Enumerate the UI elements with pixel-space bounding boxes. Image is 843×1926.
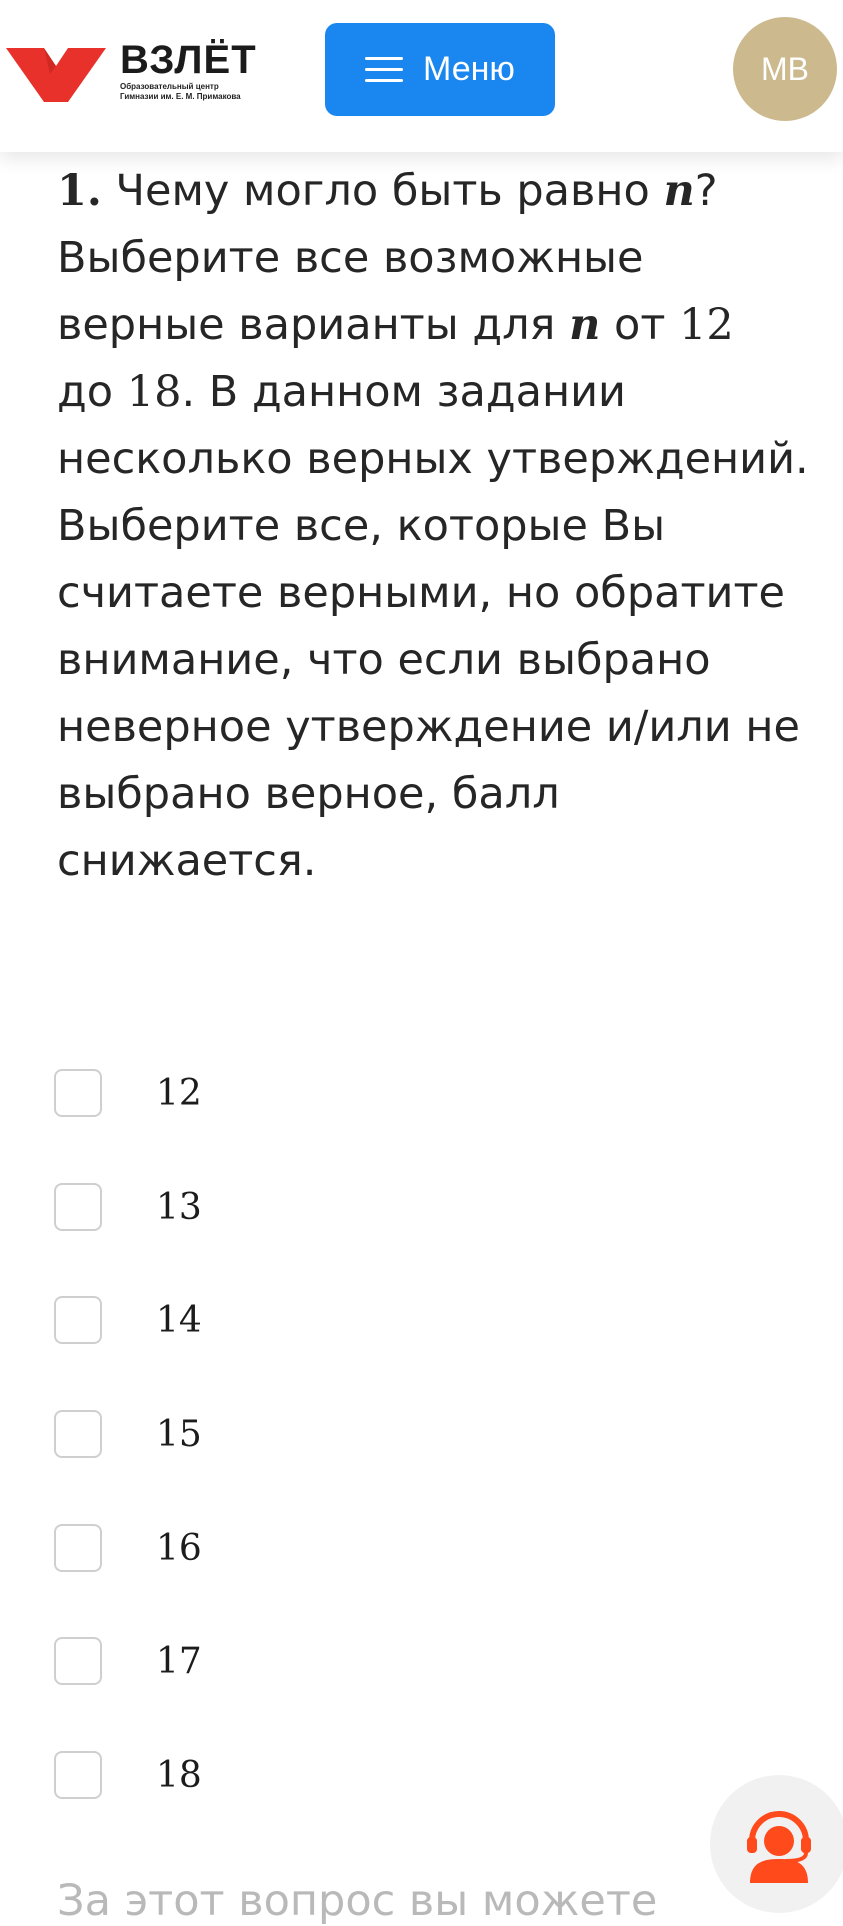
option-label: 18	[156, 1754, 202, 1796]
logo-subtitle-line-2: Гимназии им. Е. М. Примакова	[120, 92, 241, 101]
variable-n: n	[663, 166, 695, 216]
logo-title: ВЗЛЁТ	[120, 38, 257, 82]
checkbox[interactable]	[54, 1637, 102, 1685]
question-text-part-1: Чему могло быть равно	[101, 166, 664, 216]
question-number: 1.	[57, 166, 102, 216]
question-text-part-5: . В данном задании несколько верных утве…	[57, 367, 809, 886]
option-checkbox-18[interactable]: 18	[54, 1748, 454, 1802]
points-info-text: За этот вопрос вы можете	[57, 1876, 658, 1926]
option-checkbox-13[interactable]: 13	[54, 1180, 454, 1234]
support-chat-button[interactable]	[710, 1775, 843, 1913]
option-label: 17	[156, 1640, 202, 1682]
checkbox[interactable]	[54, 1183, 102, 1231]
option-label: 15	[156, 1413, 202, 1455]
support-headset-icon	[747, 1811, 811, 1883]
option-checkbox-15[interactable]: 15	[54, 1407, 454, 1461]
question-text: 1. Чему могло быть равно n? Выберите все…	[57, 158, 817, 895]
menu-label: Меню	[423, 50, 515, 88]
checkbox[interactable]	[54, 1410, 102, 1458]
range-min: 12	[679, 300, 734, 350]
hamburger-icon	[365, 55, 404, 85]
logo[interactable]: ВЗЛЁТ Образовательный центр Гимназии им.…	[6, 38, 266, 110]
option-checkbox-14[interactable]: 14	[54, 1293, 454, 1347]
logo-subtitle: Образовательный центр Гимназии им. Е. М.…	[120, 82, 280, 102]
question-text-part-3: от	[600, 300, 680, 350]
option-label: 13	[156, 1186, 202, 1228]
logo-check-icon	[6, 48, 106, 102]
logo-subtitle-line-1: Образовательный центр	[120, 82, 219, 91]
checkbox[interactable]	[54, 1296, 102, 1344]
checkbox[interactable]	[54, 1751, 102, 1799]
checkbox[interactable]	[54, 1069, 102, 1117]
user-avatar[interactable]: МВ	[733, 17, 837, 121]
menu-button[interactable]: Меню	[325, 23, 555, 116]
option-checkbox-12[interactable]: 12	[54, 1066, 454, 1120]
top-header: ВЗЛЁТ Образовательный центр Гимназии им.…	[0, 0, 843, 152]
checkbox[interactable]	[54, 1524, 102, 1572]
option-checkbox-17[interactable]: 17	[54, 1634, 454, 1688]
option-checkbox-16[interactable]: 16	[54, 1521, 454, 1575]
variable-n: n	[569, 300, 601, 350]
option-label: 12	[156, 1072, 202, 1114]
option-label: 16	[156, 1527, 202, 1569]
range-max: 18	[126, 367, 182, 417]
question-text-part-4: до	[57, 367, 127, 417]
option-label: 14	[156, 1299, 202, 1341]
